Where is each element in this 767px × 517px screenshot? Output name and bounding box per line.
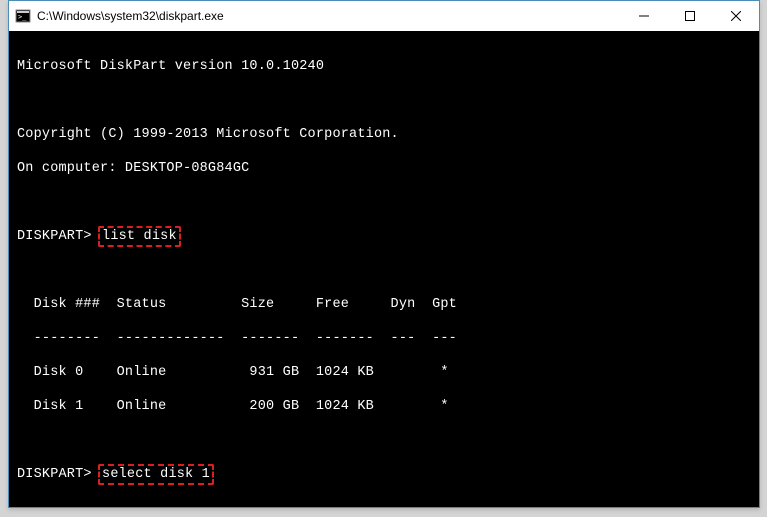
blank-line xyxy=(17,262,751,279)
table-divider: -------- ------------- ------- ------- -… xyxy=(17,330,751,347)
prompt-line-2: DISKPART> select disk 1 xyxy=(17,466,751,483)
blank-line xyxy=(17,432,751,449)
computer-line: On computer: DESKTOP-08G84GC xyxy=(17,160,751,177)
command-1: list disk xyxy=(102,229,177,244)
table-header: Disk ### Status Size Free Dyn Gpt xyxy=(17,296,751,313)
console-window: >_ C:\Windows\system32\diskpart.exe Micr… xyxy=(8,0,760,508)
blank-line xyxy=(17,92,751,109)
table-row: Disk 1 Online 200 GB 1024 KB * xyxy=(17,398,751,415)
blank-line xyxy=(17,500,751,507)
blank-line xyxy=(17,194,751,211)
command-1-highlight: list disk xyxy=(98,226,181,247)
close-button[interactable] xyxy=(713,1,759,31)
svg-text:>_: >_ xyxy=(18,13,27,21)
copyright-line: Copyright (C) 1999-2013 Microsoft Corpor… xyxy=(17,126,751,143)
minimize-button[interactable] xyxy=(621,1,667,31)
window-title: C:\Windows\system32\diskpart.exe xyxy=(37,9,621,23)
prompt-line-1: DISKPART> list disk xyxy=(17,228,751,245)
window-controls xyxy=(621,1,759,31)
table-row: Disk 0 Online 931 GB 1024 KB * xyxy=(17,364,751,381)
command-2: select disk 1 xyxy=(102,467,210,482)
maximize-button[interactable] xyxy=(667,1,713,31)
terminal-output[interactable]: Microsoft DiskPart version 10.0.10240 Co… xyxy=(9,31,759,507)
app-icon: >_ xyxy=(15,8,31,24)
prompt-label: DISKPART> xyxy=(17,467,92,482)
prompt-label: DISKPART> xyxy=(17,229,92,244)
titlebar[interactable]: >_ C:\Windows\system32\diskpart.exe xyxy=(9,1,759,31)
command-2-highlight: select disk 1 xyxy=(98,464,214,485)
version-line: Microsoft DiskPart version 10.0.10240 xyxy=(17,58,751,75)
